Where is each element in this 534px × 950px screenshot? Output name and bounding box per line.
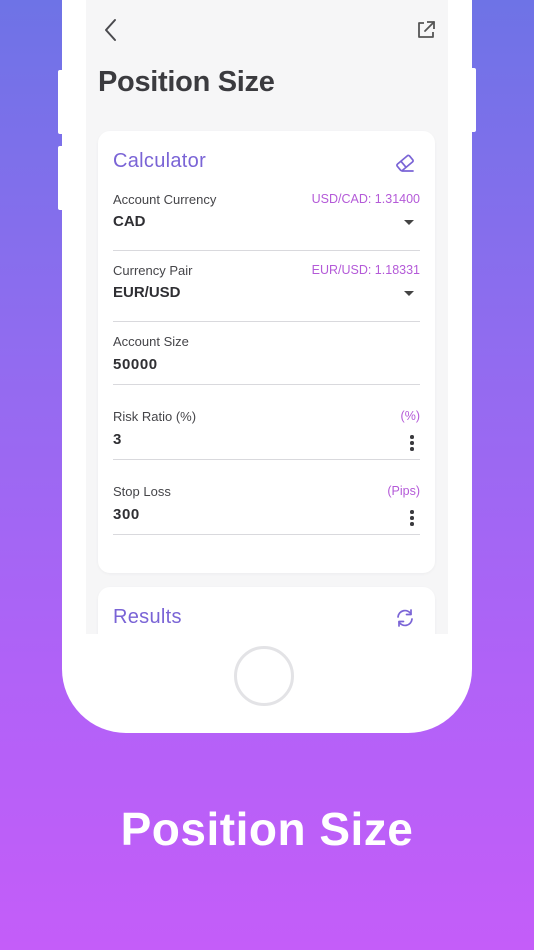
account-currency-label: Account Currency bbox=[113, 192, 217, 207]
dropdown-caret-icon[interactable] bbox=[404, 291, 414, 296]
calculator-card: Calculator Account Currency USD/CAD: 1.3… bbox=[98, 131, 435, 573]
account-size-value: 50000 bbox=[113, 356, 158, 373]
more-vert-icon[interactable] bbox=[410, 510, 414, 526]
risk-ratio-label: Risk Ratio (%) bbox=[113, 409, 197, 424]
refresh-icon bbox=[397, 609, 413, 627]
dropdown-caret-icon[interactable] bbox=[404, 220, 414, 225]
stop-loss-field[interactable]: Stop Loss (Pips) 300 bbox=[113, 484, 420, 535]
share-icon bbox=[418, 21, 435, 38]
account-size-field[interactable]: Account Size 50000 bbox=[113, 334, 420, 385]
risk-ratio-unit: (%) bbox=[400, 409, 420, 423]
stop-loss-label: Stop Loss bbox=[113, 484, 171, 499]
results-card: Results bbox=[98, 587, 435, 634]
risk-ratio-value: 3 bbox=[113, 431, 122, 448]
share-button[interactable] bbox=[414, 18, 438, 42]
back-arrow-icon bbox=[105, 19, 116, 41]
account-currency-value: CAD bbox=[113, 213, 146, 230]
eraser-icon bbox=[396, 154, 414, 172]
account-currency-field[interactable]: Account Currency USD/CAD: 1.31400 CAD bbox=[113, 192, 420, 251]
home-button[interactable] bbox=[234, 646, 294, 706]
app-screen: Position Size Calculator Account Currenc… bbox=[86, 0, 448, 634]
promo-caption: Position Size bbox=[120, 803, 414, 855]
eur-usd-rate: EUR/USD: 1.18331 bbox=[311, 263, 420, 277]
risk-ratio-field[interactable]: Risk Ratio (%) (%) 3 bbox=[113, 409, 420, 460]
currency-pair-label: Currency Pair bbox=[113, 263, 193, 278]
calculator-title: Calculator bbox=[113, 150, 207, 172]
refresh-button[interactable] bbox=[394, 607, 416, 629]
stop-loss-value: 300 bbox=[113, 506, 140, 523]
page-title: Position Size bbox=[98, 66, 275, 98]
usd-cad-rate: USD/CAD: 1.31400 bbox=[311, 192, 420, 206]
currency-pair-value: EUR/USD bbox=[113, 284, 181, 301]
currency-pair-field[interactable]: Currency Pair EUR/USD: 1.18331 EUR/USD bbox=[113, 263, 420, 322]
clear-button[interactable] bbox=[394, 152, 416, 174]
more-vert-icon[interactable] bbox=[410, 435, 414, 451]
account-size-label: Account Size bbox=[113, 334, 189, 349]
results-title: Results bbox=[113, 606, 182, 628]
stop-loss-unit: (Pips) bbox=[387, 484, 420, 498]
back-button[interactable] bbox=[100, 16, 124, 44]
